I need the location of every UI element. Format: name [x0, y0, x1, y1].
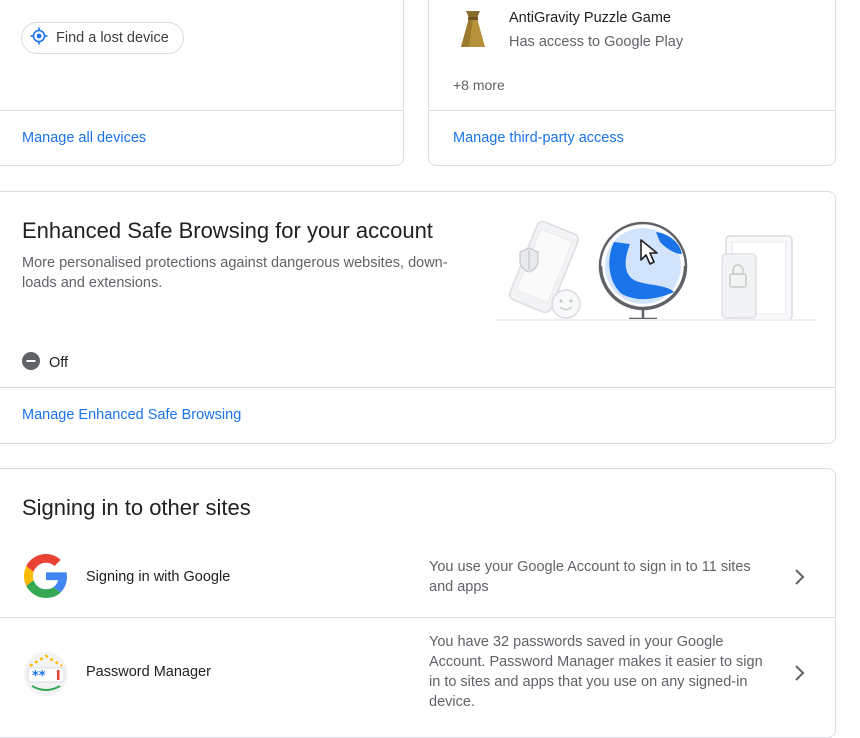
safe-browsing-title: Enhanced Safe Browsing for your account — [22, 218, 433, 243]
row-title: Signing in with Google — [86, 569, 231, 585]
locate-target-icon — [30, 27, 48, 49]
safe-browsing-illustration — [496, 214, 816, 331]
safe-browsing-description: More personalised protections against da… — [22, 255, 448, 291]
app-name: AntiGravity Puzzle Game — [509, 10, 671, 26]
chevron-right-icon — [793, 568, 807, 591]
google-g-icon — [23, 553, 69, 604]
safe-browsing-status-label: Off — [49, 355, 69, 371]
row-description: You have 32 passwords saved in your Goog… — [429, 634, 763, 710]
password-manager-row[interactable]: ** Password Manager You have 32 password… — [0, 618, 835, 728]
divider — [429, 110, 835, 111]
manage-safe-browsing-link[interactable]: Manage Enhanced Safe Browsing — [22, 407, 241, 423]
find-lost-device-button[interactable]: Find a lost device — [21, 22, 184, 54]
signing-in-title: Signing in to other sites — [22, 495, 251, 520]
more-apps-count: +8 more — [453, 77, 505, 93]
manage-all-devices-link[interactable]: Manage all devices — [22, 130, 146, 146]
devices-card: Find a lost device Manage all devices — [0, 0, 404, 166]
antigravity-app-icon — [457, 9, 489, 54]
app-access-description: Has access to Google Play — [509, 34, 684, 50]
divider — [0, 387, 835, 388]
row-title: Password Manager — [86, 664, 211, 680]
password-manager-icon: ** — [22, 650, 70, 703]
off-status-icon — [22, 352, 40, 374]
safe-browsing-status: Off — [22, 352, 68, 374]
third-party-access-card: AntiGravity Puzzle Game Has access to Go… — [428, 0, 836, 166]
safe-browsing-card: Enhanced Safe Browsing for your account … — [0, 191, 836, 444]
manage-third-party-access-link[interactable]: Manage third-party access — [453, 130, 624, 146]
find-lost-device-label: Find a lost device — [56, 30, 169, 46]
chevron-right-icon — [793, 664, 807, 687]
svg-text:**: ** — [32, 669, 46, 684]
signing-in-with-google-row[interactable]: Signing in with Google You use your Goog… — [0, 539, 835, 617]
divider — [0, 110, 403, 111]
signing-in-card: Signing in to other sites Signing in wit… — [0, 468, 836, 738]
row-description: You use your Google Account to sign in t… — [429, 559, 751, 595]
